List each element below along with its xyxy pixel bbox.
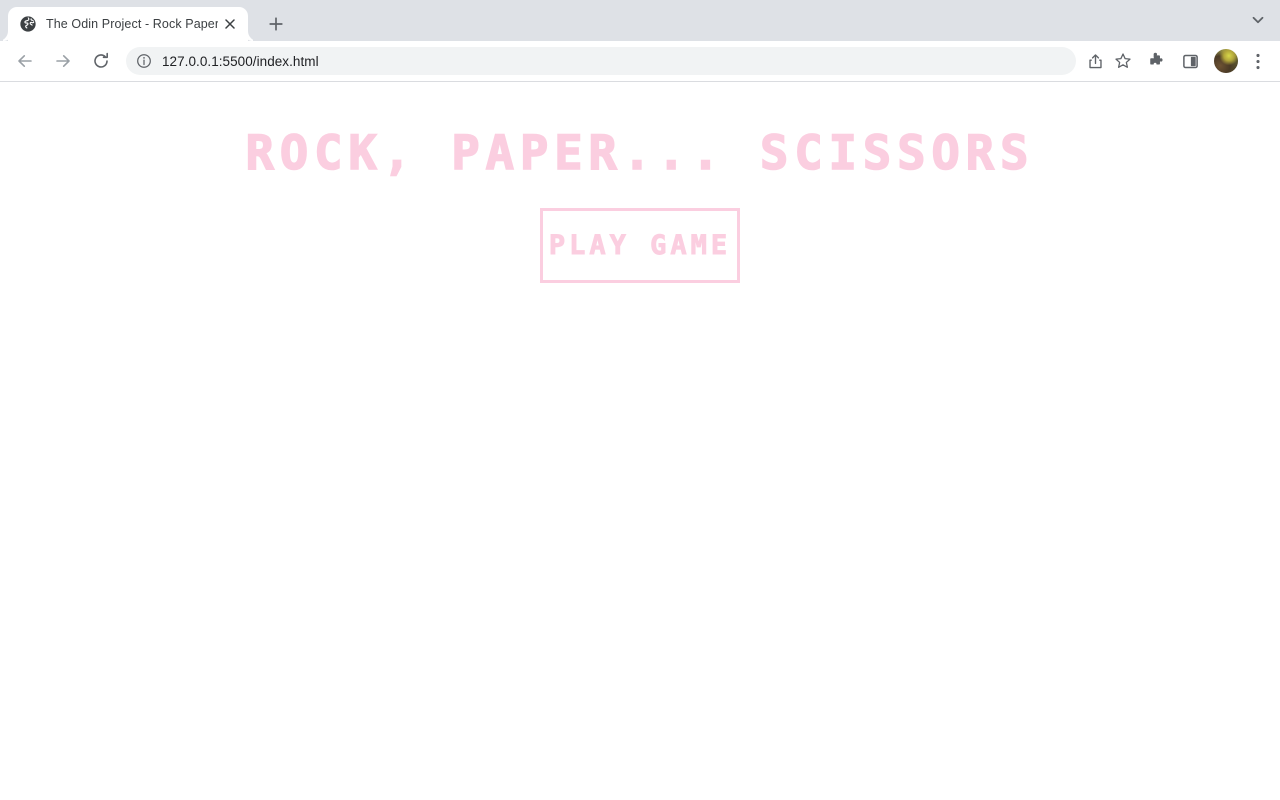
page-title: ROCK, PAPER... SCISSORS xyxy=(245,126,1035,181)
bookmark-button[interactable] xyxy=(1110,48,1136,74)
reload-icon xyxy=(94,52,108,68)
omnibox-actions xyxy=(1080,48,1136,74)
plus-icon xyxy=(269,17,283,31)
reload-button[interactable] xyxy=(87,47,115,75)
puzzle-piece-icon xyxy=(1150,52,1163,65)
new-tab-button[interactable] xyxy=(262,10,290,38)
arrow-left-icon xyxy=(18,55,32,67)
share-icon xyxy=(1088,53,1102,68)
three-dots-vertical-icon xyxy=(1256,53,1260,69)
info-circle-icon[interactable] xyxy=(136,53,152,69)
side-panel-icon xyxy=(1182,54,1198,68)
share-button[interactable] xyxy=(1082,48,1108,74)
chevron-down-icon xyxy=(1252,16,1264,24)
browser-toolbar: 127.0.0.1:5500/index.html xyxy=(0,41,1280,82)
play-button-container: PLAY GAME xyxy=(0,208,1280,283)
browser-window: The Odin Project - Rock Paper 127.0.0.1:… xyxy=(0,0,1280,800)
page-viewport: ROCK, PAPER... SCISSORS PLAY GAME xyxy=(0,82,1280,800)
tab-the-odin-project[interactable]: The Odin Project - Rock Paper xyxy=(8,7,248,41)
avatar[interactable] xyxy=(1214,49,1238,73)
chrome-menu-button[interactable] xyxy=(1244,47,1272,75)
tab-title: The Odin Project - Rock Paper xyxy=(46,17,218,31)
close-icon[interactable] xyxy=(220,14,240,34)
side-panel-button[interactable] xyxy=(1176,47,1204,75)
tab-search-button[interactable] xyxy=(1244,6,1272,34)
url-text[interactable]: 127.0.0.1:5500/index.html xyxy=(162,54,1070,69)
back-button[interactable] xyxy=(11,47,39,75)
address-bar[interactable]: 127.0.0.1:5500/index.html xyxy=(126,47,1076,75)
arrow-right-icon xyxy=(56,55,70,67)
globe-icon xyxy=(20,16,36,32)
play-game-button[interactable]: PLAY GAME xyxy=(540,208,740,283)
forward-button[interactable] xyxy=(49,47,77,75)
extensions-button[interactable] xyxy=(1142,47,1170,75)
tab-strip: The Odin Project - Rock Paper xyxy=(0,0,1280,41)
star-icon xyxy=(1115,53,1131,68)
rock-paper-scissors-page: ROCK, PAPER... SCISSORS PLAY GAME xyxy=(0,82,1280,283)
